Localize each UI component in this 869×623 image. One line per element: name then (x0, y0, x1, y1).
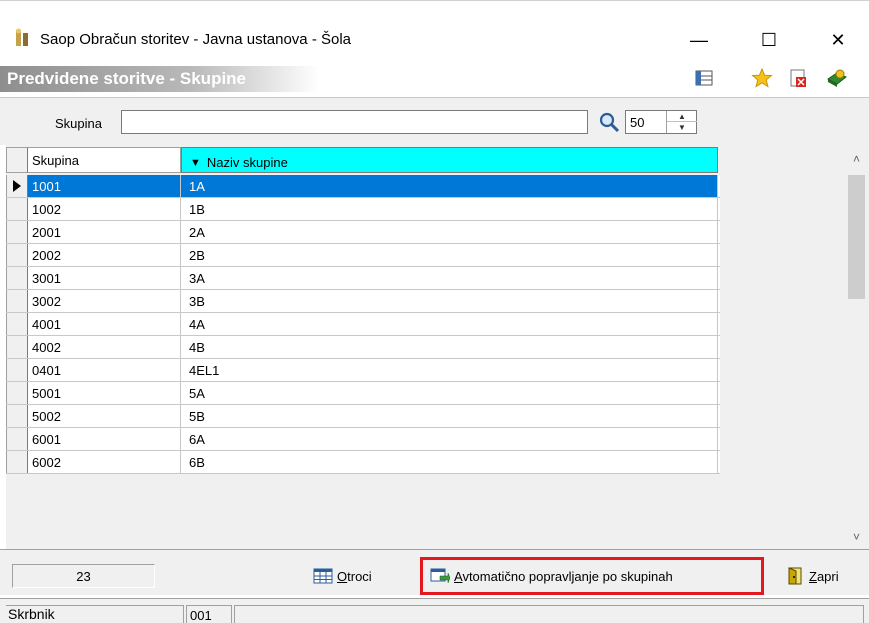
cell-skupina[interactable]: 1002 (28, 198, 181, 220)
cell-naziv-skupine[interactable]: 3B (181, 290, 718, 312)
cell-skupina[interactable]: 0401 (28, 359, 181, 381)
status-user-label: Skrbnik (6, 605, 184, 623)
page-size-value: 50 (630, 115, 645, 130)
table-row[interactable]: 6002 6B (6, 451, 720, 474)
annotation-highlight-box (420, 557, 764, 595)
help-book-icon[interactable] (826, 67, 848, 89)
table-row[interactable]: 3001 3A (6, 267, 720, 290)
skupina-filter-input[interactable] (121, 110, 588, 134)
table-row[interactable]: 4001 4A (6, 313, 720, 336)
cell-naziv-skupine[interactable]: 4A (181, 313, 718, 335)
cell-skupina[interactable]: 2002 (28, 244, 181, 266)
form-header: Predvidene storitve - Skupine (0, 61, 869, 97)
cell-skupina[interactable]: 3002 (28, 290, 181, 312)
grid-settings-icon[interactable] (693, 67, 715, 89)
zapri-button[interactable]: Zapri (785, 564, 839, 588)
close-form-icon[interactable] (787, 67, 809, 89)
table-row[interactable]: 5001 5A (6, 382, 720, 405)
scroll-up-button[interactable]: ˄ (844, 147, 869, 171)
cell-skupina[interactable]: 6001 (28, 428, 181, 450)
cell-skupina[interactable]: 6002 (28, 451, 181, 473)
table-row[interactable]: 2002 2B (6, 244, 720, 267)
status-user-code: 001 (186, 605, 232, 623)
row-indicator[interactable] (6, 313, 28, 335)
spinner-down-button[interactable]: ▼ (667, 122, 697, 133)
favorite-star-icon[interactable] (751, 67, 773, 89)
table-row[interactable]: 3002 3B (6, 290, 720, 313)
cell-naziv-skupine[interactable]: 6A (181, 428, 718, 450)
table-row[interactable]: 0401 4EL1 (6, 359, 720, 382)
table-row[interactable]: 1002 1B (6, 198, 720, 221)
bottom-toolbar: 23 Otroci Avtomatično popravljanje po sk… (0, 549, 869, 595)
row-indicator[interactable] (6, 382, 28, 404)
grid-rows: 1001 1A 1002 1B 2001 2A 2002 2B 3001 3A 3002 3B 4001… (6, 175, 720, 474)
cell-skupina[interactable]: 4002 (28, 336, 181, 358)
table-row[interactable]: 5002 5B (6, 405, 720, 428)
row-indicator[interactable] (6, 198, 28, 220)
scroll-thumb[interactable] (848, 175, 865, 299)
table-row[interactable]: 1001 1A (6, 175, 720, 198)
cell-skupina[interactable]: 4001 (28, 313, 181, 335)
row-indicator[interactable] (6, 451, 28, 473)
cell-naziv-skupine[interactable]: 2B (181, 244, 718, 266)
cell-naziv-skupine[interactable]: 4EL1 (181, 359, 718, 381)
row-indicator[interactable] (6, 244, 28, 266)
table-row[interactable]: 4002 4B (6, 336, 720, 359)
spinner-up-button[interactable]: ▲ (667, 111, 697, 122)
form-title: Predvidene storitve - Skupine (0, 66, 319, 92)
scroll-down-button[interactable]: ˅ (844, 525, 869, 549)
cell-skupina[interactable]: 5001 (28, 382, 181, 404)
cell-skupina[interactable]: 1001 (28, 175, 181, 197)
maximize-button[interactable]: ☐ (746, 23, 792, 57)
cell-naziv-skupine[interactable]: 6B (181, 451, 718, 473)
minimize-button[interactable]: — (676, 23, 722, 57)
zapri-label: Zapri (809, 568, 839, 584)
row-indicator-header (6, 147, 28, 173)
row-indicator[interactable] (6, 405, 28, 427)
app-icon (16, 28, 28, 46)
row-indicator[interactable] (6, 175, 28, 197)
otroci-button[interactable]: Otroci (313, 564, 372, 588)
column-header-naziv-skupine[interactable]: ▼ Naziv skupine (181, 147, 718, 173)
cell-skupina[interactable]: 2001 (28, 221, 181, 243)
row-indicator[interactable] (6, 267, 28, 289)
search-icon[interactable] (597, 110, 621, 134)
page-size-spinner[interactable]: 50 ▲ ▼ (625, 110, 697, 134)
vertical-scrollbar[interactable]: ˄ ˅ (844, 145, 869, 549)
cell-naziv-skupine[interactable]: 1A (181, 175, 718, 197)
skupina-filter-label: Skupina (55, 116, 102, 131)
row-indicator[interactable] (6, 336, 28, 358)
table-row[interactable]: 2001 2A (6, 221, 720, 244)
table-row[interactable]: 6001 6A (6, 428, 720, 451)
table-icon (313, 568, 333, 584)
cell-naziv-skupine[interactable]: 5B (181, 405, 718, 427)
cell-naziv-skupine[interactable]: 1B (181, 198, 718, 220)
grid-header: Skupina ▼ Naziv skupine (6, 147, 718, 173)
cell-naziv-skupine[interactable]: 5A (181, 382, 718, 404)
exit-door-icon (788, 567, 802, 585)
cell-skupina[interactable]: 3001 (28, 267, 181, 289)
cell-naziv-skupine[interactable]: 2A (181, 221, 718, 243)
filter-bar: Skupina 50 ▲ ▼ (0, 97, 869, 145)
close-window-button[interactable]: ✕ (815, 23, 861, 57)
column-header-label: Naziv skupine (206, 155, 288, 170)
cell-skupina[interactable]: 5002 (28, 405, 181, 427)
window-title: Saop Obračun storitev - Javna ustanova -… (40, 31, 352, 48)
status-bar: Skrbnik 001 (0, 598, 869, 623)
window-title-bar: Saop Obračun storitev - Javna ustanova -… (0, 0, 869, 61)
row-indicator[interactable] (6, 221, 28, 243)
row-indicator[interactable] (6, 359, 28, 381)
record-count: 23 (12, 564, 155, 588)
sort-descending-icon: ▼ (190, 156, 201, 169)
cell-naziv-skupine[interactable]: 4B (181, 336, 718, 358)
current-row-arrow-icon (13, 180, 21, 192)
spinner-arrows: ▲ ▼ (666, 111, 697, 133)
row-indicator[interactable] (6, 290, 28, 312)
row-indicator[interactable] (6, 428, 28, 450)
groups-grid: Skupina ▼ Naziv skupine 1001 1A 1002 1B 2001… (6, 145, 869, 549)
cell-naziv-skupine[interactable]: 3A (181, 267, 718, 289)
otroci-label: Otroci (337, 568, 372, 584)
status-extra-panel (234, 605, 864, 623)
column-header-skupina[interactable]: Skupina (28, 147, 181, 173)
